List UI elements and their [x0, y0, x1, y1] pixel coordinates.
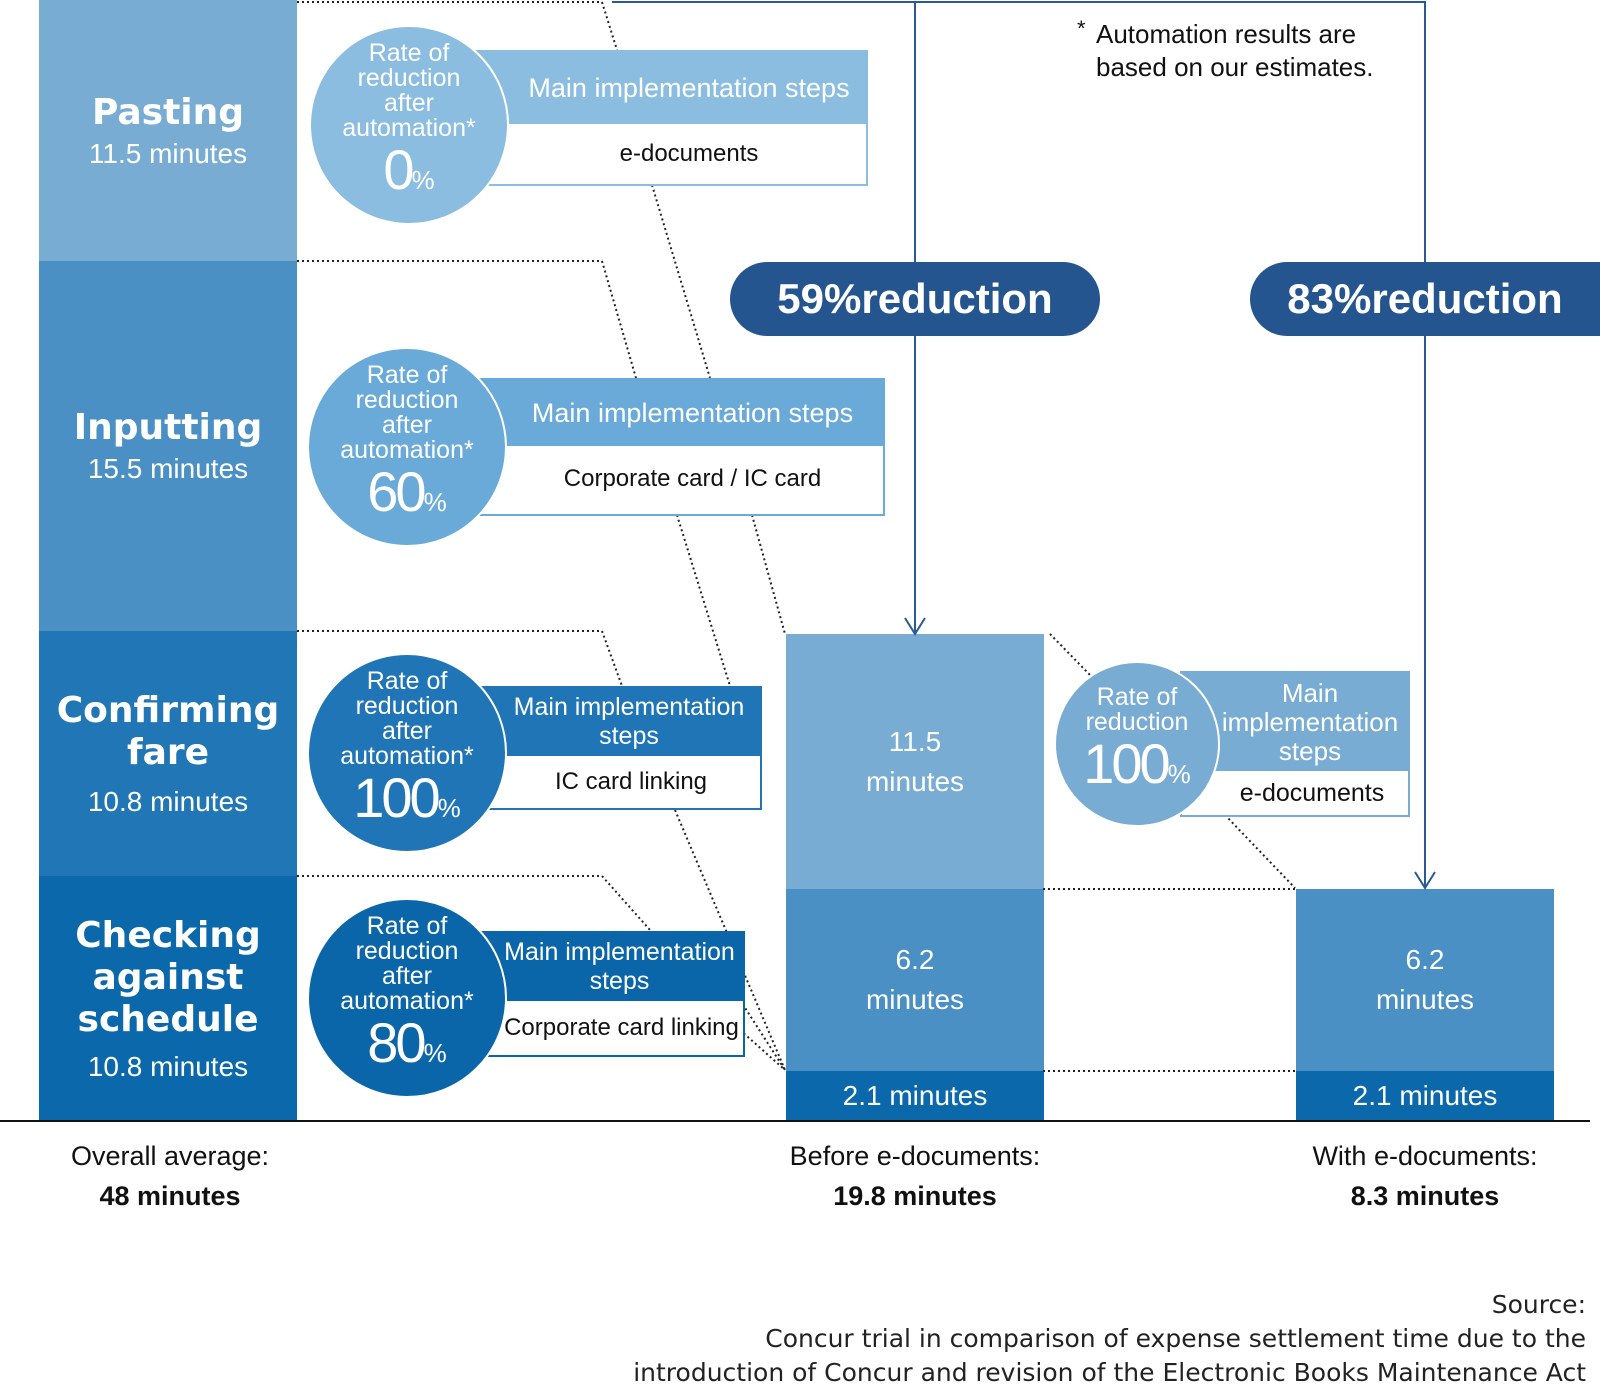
steps-box-confirming-fare: Main implementation steps IC card linkin… — [470, 686, 762, 810]
rate-value: 80 — [367, 1011, 426, 1074]
rate-label: after — [381, 962, 433, 990]
rate-label: reduction — [357, 64, 461, 92]
rate-label: Rate of — [366, 667, 448, 695]
rate-circle-after: Rate of reduction 100% — [1054, 661, 1220, 827]
rate-unit: % — [1167, 759, 1191, 789]
rate-unit: % — [437, 793, 461, 823]
rate-label: reduction — [355, 937, 459, 965]
steps-box-checking-schedule: Main implementation steps Corporate card… — [470, 931, 745, 1057]
rate-circle-confirming-fare: Rate of reduction after automation* 100% — [307, 653, 507, 853]
steps-box-inputting: Main implementation steps Corporate card… — [470, 378, 885, 516]
rate-value: 0 — [383, 138, 414, 201]
rate-label: Rate of — [1096, 683, 1178, 711]
steps-header: Main implementation steps — [472, 688, 760, 756]
rate-label: after — [381, 411, 433, 439]
rate-label: reduction — [355, 692, 459, 720]
rate-label: reduction — [355, 386, 459, 414]
rate-value: 60 — [367, 460, 426, 523]
rate-circle-checking-schedule: Rate of reduction after automation* 80% — [307, 898, 507, 1098]
steps-header: Main implementation steps — [472, 933, 743, 1001]
rate-label: after — [383, 89, 435, 117]
steps-header: Main implementation steps — [472, 52, 866, 124]
step-text: e-documents — [1239, 778, 1385, 807]
rate-value: 100 — [1083, 732, 1170, 795]
steps-header: Main implementation steps — [472, 380, 883, 446]
rate-unit: % — [423, 1038, 447, 1068]
rate-label: Rate of — [366, 361, 448, 389]
rate-unit: % — [411, 165, 435, 195]
step-text: e-documents — [619, 140, 759, 167]
reduction-badge-59: 59%reduction — [730, 262, 1100, 336]
steps-box-pasting: Main implementation steps e-documents — [470, 50, 868, 186]
rate-label: Rate of — [366, 912, 448, 940]
rate-label: after — [381, 717, 433, 745]
rate-unit: % — [423, 487, 447, 517]
reduction-badge-83: 83%reduction — [1250, 262, 1600, 336]
step-text: IC card linking — [554, 768, 708, 795]
step-text: Corporate card linking — [504, 1014, 739, 1041]
rate-circle-inputting: Rate of reduction after automation* 60% — [307, 347, 507, 547]
rate-label: Rate of — [368, 39, 450, 67]
rate-value: 100 — [353, 766, 440, 829]
step-text: Corporate card / IC card — [563, 465, 822, 492]
rate-circle-pasting: Rate of reduction after automation* 0% — [309, 25, 509, 225]
